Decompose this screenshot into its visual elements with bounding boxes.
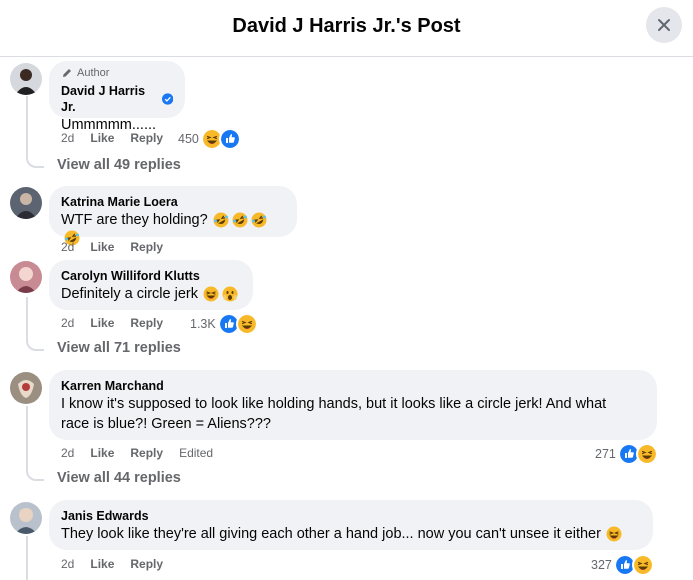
comment-text-line-1: I know it's supposed to look like holdin… — [61, 396, 607, 412]
comment-text-content: WTF are they holding? — [61, 212, 208, 228]
comment-bubble: Karren Marchand I know it's supposed to … — [49, 370, 657, 440]
comment-time[interactable]: 2d — [61, 446, 74, 460]
haha-reaction-icon — [635, 443, 658, 465]
thread-connector — [26, 154, 44, 168]
reaction-count: 327 — [591, 558, 612, 572]
comment-actions: 2d Like Reply — [61, 557, 179, 571]
comment-text-content: Definitely a circle jerk — [61, 286, 198, 302]
avatar[interactable] — [10, 187, 42, 219]
comment-actions: 2d Like Reply — [61, 316, 179, 330]
rofl-emoji-icon — [232, 212, 248, 228]
thread-line — [26, 536, 28, 580]
reply-button[interactable]: Reply — [130, 446, 163, 460]
commenter-name[interactable]: Katrina Marie Loera — [61, 194, 285, 210]
avatar[interactable] — [10, 502, 42, 534]
pencil-icon — [63, 69, 71, 77]
comment-time[interactable]: 2d — [61, 131, 74, 145]
page-title: David J Harris Jr.'s Post — [232, 15, 461, 37]
reaction-summary[interactable]: 450 — [178, 128, 241, 150]
view-replies-link[interactable]: View all 49 replies — [57, 157, 181, 173]
commenter-name[interactable]: Janis Edwards — [61, 508, 641, 524]
comment-time[interactable]: 2d — [61, 557, 74, 571]
like-button[interactable]: Like — [90, 316, 114, 330]
reply-button[interactable]: Reply — [130, 557, 163, 571]
like-button[interactable]: Like — [90, 131, 114, 145]
shocked-emoji-icon — [222, 286, 238, 302]
reaction-count: 271 — [595, 447, 616, 461]
comment-bubble: Janis Edwards They look like they're all… — [49, 500, 653, 550]
edited-label: Edited — [179, 446, 214, 460]
avatar[interactable] — [10, 261, 42, 293]
commenter-name[interactable]: Carolyn Williford Klutts — [61, 268, 241, 284]
comment-bubble: Carolyn Williford Klutts Definitely a ci… — [49, 260, 253, 310]
comment-bubble: Author David J Harris Jr. Ummmmm...... — [49, 61, 185, 133]
reply-button[interactable]: Reply — [130, 240, 163, 254]
post-header: David J Harris Jr.'s Post — [0, 0, 693, 57]
reaction-summary[interactable]: 1.3K — [190, 313, 258, 335]
thread-connector — [26, 467, 44, 481]
reaction-summary[interactable]: 271 — [595, 443, 658, 465]
thread-line — [26, 406, 28, 469]
rofl-emoji-icon — [213, 212, 229, 228]
like-button[interactable]: Like — [90, 557, 114, 571]
commenter-name[interactable]: Karren Marchand — [61, 378, 645, 394]
comment-actions: 2d Like Reply Edited — [61, 446, 229, 460]
laughing-emoji-icon — [203, 286, 219, 302]
comment-text: They look like they're all giving each o… — [61, 524, 641, 544]
reply-button[interactable]: Reply — [130, 131, 163, 145]
comment-time[interactable]: 2d — [61, 316, 74, 330]
avatar[interactable] — [10, 372, 42, 404]
comment-actions: 2d Like Reply — [61, 240, 179, 254]
haha-reaction-icon — [631, 554, 654, 576]
comment-bubble: Katrina Marie Loera WTF are they holding… — [49, 186, 297, 237]
comment-text: Definitely a circle jerk — [61, 284, 241, 304]
reply-button[interactable]: Reply — [130, 316, 163, 330]
reaction-count: 450 — [178, 132, 199, 146]
close-button[interactable] — [646, 7, 682, 43]
like-button[interactable]: Like — [90, 446, 114, 460]
author-badge: Author — [61, 67, 173, 79]
thread-line — [26, 297, 28, 339]
like-reaction-icon — [218, 128, 241, 150]
laughing-emoji-icon — [606, 526, 622, 542]
like-button[interactable]: Like — [90, 240, 114, 254]
reaction-count: 1.3K — [190, 317, 216, 331]
reaction-summary[interactable]: 327 — [591, 554, 654, 576]
commenter-name[interactable]: David J Harris Jr. — [61, 83, 173, 115]
rofl-emoji-icon — [251, 212, 267, 228]
thread-connector — [26, 337, 44, 351]
close-icon — [658, 19, 670, 31]
comment-actions: 2d Like Reply — [61, 131, 179, 145]
commenter-name-text: David J Harris Jr. — [61, 84, 146, 114]
view-replies-link[interactable]: View all 71 replies — [57, 340, 181, 356]
comment-text-content: They look like they're all giving each o… — [61, 526, 601, 542]
avatar[interactable] — [10, 63, 42, 95]
verified-badge-icon — [161, 93, 173, 105]
comment-text-line-2: race is blue?! Green = Aliens??? — [61, 416, 271, 432]
view-replies-link[interactable]: View all 44 replies — [57, 470, 181, 486]
comment-time[interactable]: 2d — [61, 240, 74, 254]
haha-reaction-icon — [235, 313, 258, 335]
author-badge-label: Author — [77, 67, 110, 79]
thread-line — [26, 96, 28, 156]
